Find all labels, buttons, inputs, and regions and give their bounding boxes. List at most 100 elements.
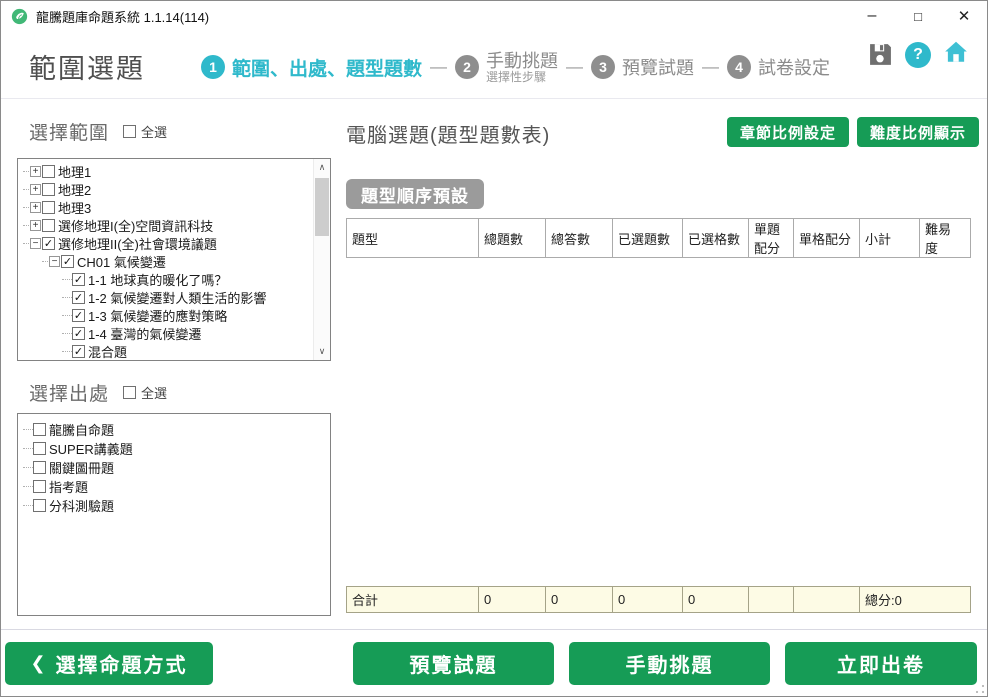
app-logo-icon	[11, 8, 28, 25]
col-header-selected-cells: 已選格數	[683, 219, 749, 257]
tree-item[interactable]: + 地理3	[18, 198, 312, 216]
expand-toggle-icon[interactable]: +	[30, 220, 41, 231]
per-cell-score-value	[794, 587, 860, 612]
difficulty-ratio-button[interactable]: 難度比例顯示	[857, 117, 979, 147]
source-item[interactable]: 龍騰自命題	[18, 420, 330, 439]
tree-item[interactable]: − ✓ CH01 氣候變遷	[18, 252, 312, 270]
tree-item[interactable]: + 選修地理I(全)空間資訊科技	[18, 216, 312, 234]
maximize-button[interactable]: □	[895, 1, 941, 31]
source-select-all-checkbox[interactable]	[123, 386, 136, 399]
source-checkbox[interactable]	[33, 480, 46, 493]
expand-toggle-icon[interactable]: −	[30, 238, 41, 249]
scrollbar-thumb[interactable]	[315, 178, 329, 236]
source-checkbox[interactable]	[33, 461, 46, 474]
tree-item-label: 1-4 臺灣的氣候變遷	[88, 324, 201, 343]
tree-connector	[23, 486, 33, 487]
selected-questions-value: 0	[613, 587, 683, 612]
step-4-label: 試卷設定	[758, 54, 830, 80]
source-item-label: 龍騰自命題	[49, 420, 114, 439]
preview-questions-button[interactable]: 預覽試題	[353, 642, 554, 685]
tree-connector	[62, 279, 72, 280]
step-separator: —	[702, 57, 719, 77]
source-item[interactable]: 關鍵圖冊題	[18, 458, 330, 477]
tree-item[interactable]: ✓ 混合題	[18, 342, 312, 360]
step-1-circle: 1	[201, 55, 225, 79]
tree-connector	[23, 171, 29, 172]
help-icon[interactable]: ?	[905, 42, 931, 68]
source-checkbox[interactable]	[33, 423, 46, 436]
generate-paper-button[interactable]: 立即出卷	[785, 642, 977, 685]
tree-item[interactable]: ✓ 1-1 地球真的暖化了嗎？	[18, 270, 312, 288]
header-divider	[1, 98, 987, 99]
tree-item[interactable]: + 地理1	[18, 162, 312, 180]
tree-item-label: 地理1	[58, 162, 91, 181]
back-to-mode-button[interactable]: ❮ 選擇命題方式	[5, 642, 213, 685]
col-header-per-question-score: 單題配分	[749, 219, 794, 257]
range-select-all-label: 全選	[141, 122, 167, 141]
tree-checkbox[interactable]	[42, 219, 55, 232]
tree-checkbox[interactable]: ✓	[72, 291, 85, 304]
scroll-down-icon[interactable]: ∨	[314, 343, 330, 360]
footer-divider	[1, 629, 987, 630]
source-item-label: 關鍵圖冊題	[49, 458, 114, 477]
range-select-all[interactable]: 全選	[123, 122, 167, 141]
source-checkbox[interactable]	[33, 499, 46, 512]
col-header-subtotal: 小計	[860, 219, 920, 257]
minimize-button[interactable]: –	[849, 1, 895, 31]
save-icon[interactable]	[868, 42, 893, 67]
tree-item-label: 1-2 氣候變遷對人類生活的影響	[88, 288, 266, 307]
source-item[interactable]: 指考題	[18, 477, 330, 496]
question-order-preset-tab[interactable]: 題型順序預設	[346, 179, 484, 209]
per-question-score-value	[749, 587, 794, 612]
tree-connector	[42, 261, 48, 262]
resize-grip[interactable]	[976, 685, 984, 693]
tree-checkbox[interactable]: ✓	[72, 309, 85, 322]
tree-checkbox[interactable]: ✓	[72, 327, 85, 340]
page-title: 範圍選題	[29, 47, 145, 86]
tree-checkbox[interactable]	[42, 201, 55, 214]
tree-connector	[23, 207, 29, 208]
tree-item[interactable]: + 地理2	[18, 180, 312, 198]
tree-item[interactable]: − ✓ 選修地理II(全)社會環境議題	[18, 234, 312, 252]
source-item[interactable]: 分科測驗題	[18, 496, 330, 515]
tree-item[interactable]: ✓ 1-3 氣候變遷的應對策略	[18, 306, 312, 324]
tree-connector	[62, 351, 72, 352]
tree-connector	[62, 333, 72, 334]
range-select-all-checkbox[interactable]	[123, 125, 136, 138]
expand-toggle-icon[interactable]: +	[30, 166, 41, 177]
tree-connector	[23, 467, 33, 468]
manual-pick-button[interactable]: 手動挑題	[569, 642, 770, 685]
step-separator: —	[566, 57, 583, 77]
home-icon[interactable]	[943, 39, 969, 70]
step-2-label: 手動挑題 選擇性步驟	[486, 51, 558, 84]
step-4-circle: 4	[727, 55, 751, 79]
step-2-circle: 2	[455, 55, 479, 79]
tree-item[interactable]: ✓ 1-2 氣候變遷對人類生活的影響	[18, 288, 312, 306]
col-header-total-answers: 總答數	[546, 219, 613, 257]
tree-checkbox[interactable]: ✓	[61, 255, 74, 268]
tree-item-label: CH01 氣候變遷	[77, 252, 166, 271]
chapter-ratio-button[interactable]: 章節比例設定	[727, 117, 849, 147]
step-1-label: 範圍、出處、題型題數	[232, 54, 422, 81]
col-header-difficulty: 難易度	[920, 219, 968, 257]
tree-checkbox[interactable]	[42, 183, 55, 196]
source-select-all[interactable]: 全選	[123, 383, 167, 402]
source-item[interactable]: SUPER講義題	[18, 439, 330, 458]
tree-checkbox[interactable]	[42, 165, 55, 178]
source-section-title: 選擇出處	[29, 379, 109, 406]
tree-checkbox[interactable]: ✓	[72, 273, 85, 286]
source-checkbox[interactable]	[33, 442, 46, 455]
scroll-up-icon[interactable]: ∧	[314, 159, 330, 176]
tree-connector	[23, 243, 29, 244]
close-button[interactable]: ✕	[941, 1, 987, 31]
tree-item-label: 地理3	[58, 198, 91, 217]
expand-toggle-icon[interactable]: +	[30, 202, 41, 213]
back-button-label: 選擇命題方式	[56, 649, 188, 678]
tree-item[interactable]: ✓ 1-4 臺灣的氣候變遷	[18, 324, 312, 342]
expand-toggle-icon[interactable]: +	[30, 184, 41, 195]
expand-toggle-icon[interactable]: −	[49, 256, 60, 267]
table-total-row: 合計 0 0 0 0 總分:0	[346, 586, 971, 613]
tree-checkbox[interactable]: ✓	[72, 345, 85, 358]
tree-checkbox[interactable]: ✓	[42, 237, 55, 250]
scrollbar[interactable]: ∧ ∨	[313, 159, 330, 360]
